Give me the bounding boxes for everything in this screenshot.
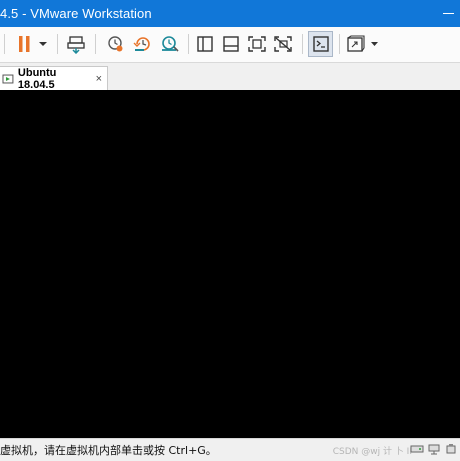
pause-button[interactable] bbox=[16, 31, 52, 57]
vm-console[interactable] bbox=[0, 90, 460, 438]
full-screen-button[interactable] bbox=[244, 31, 270, 57]
vm-running-icon bbox=[2, 74, 14, 84]
snapshot-manager-button[interactable] bbox=[157, 31, 183, 57]
minimize-icon bbox=[442, 12, 454, 14]
snapshot-manager-icon bbox=[162, 36, 179, 52]
snapshot-clock-icon bbox=[108, 36, 123, 52]
tab-ubuntu[interactable]: Ubuntu 18.04.5 × bbox=[0, 66, 108, 91]
stretch-guest-button[interactable] bbox=[345, 31, 381, 57]
console-view-button[interactable] bbox=[308, 31, 333, 57]
revert-snapshot-button[interactable] bbox=[130, 31, 156, 57]
toolbar-separator bbox=[57, 34, 58, 54]
hard-disk-icon[interactable] bbox=[410, 443, 424, 455]
fullscreen-icon bbox=[248, 36, 266, 52]
vm-tab-strip: Ubuntu 18.04.5 × bbox=[0, 63, 460, 91]
status-bar: 虚拟机，请在虚拟机内部单击或按 Ctrl+G。 CSDN @wj 计 卜 II bbox=[0, 438, 460, 461]
revert-snapshot-icon bbox=[133, 37, 150, 51]
network-adapter-icon[interactable] bbox=[427, 443, 441, 455]
title-bar: 4.5 - VMware Workstation bbox=[0, 0, 460, 27]
stretch-icon bbox=[347, 35, 378, 52]
status-message: 虚拟机，请在虚拟机内部单击或按 Ctrl+G。 bbox=[0, 444, 217, 457]
close-tab-icon[interactable]: × bbox=[96, 73, 102, 85]
take-snapshot-button[interactable] bbox=[102, 31, 128, 57]
tab-label: Ubuntu 18.04.5 bbox=[17, 67, 57, 91]
send-ctrl-alt-del-button[interactable] bbox=[64, 31, 90, 57]
sidebar-icon bbox=[197, 36, 213, 52]
toolbar-separator bbox=[302, 34, 303, 54]
send-keys-icon bbox=[67, 36, 85, 54]
thumbnail-bar-button[interactable] bbox=[218, 31, 244, 57]
console-view-icon bbox=[312, 36, 329, 52]
toolbar-separator bbox=[95, 34, 96, 54]
usb-device-icon[interactable] bbox=[444, 443, 458, 455]
minimize-button[interactable] bbox=[438, 6, 458, 20]
unity-icon bbox=[274, 36, 292, 52]
window-title: 4.5 - VMware Workstation bbox=[0, 6, 152, 21]
pause-icon bbox=[19, 36, 47, 52]
unity-button[interactable] bbox=[270, 31, 296, 57]
toolbar bbox=[0, 27, 460, 63]
device-icons bbox=[410, 443, 458, 455]
toolbar-separator bbox=[339, 34, 340, 54]
watermark: CSDN @wj 计 卜 II bbox=[332, 447, 412, 457]
show-library-button[interactable] bbox=[192, 31, 218, 57]
toolbar-separator bbox=[4, 34, 5, 54]
thumbnail-bar-icon bbox=[223, 36, 239, 52]
toolbar-separator bbox=[188, 34, 189, 54]
